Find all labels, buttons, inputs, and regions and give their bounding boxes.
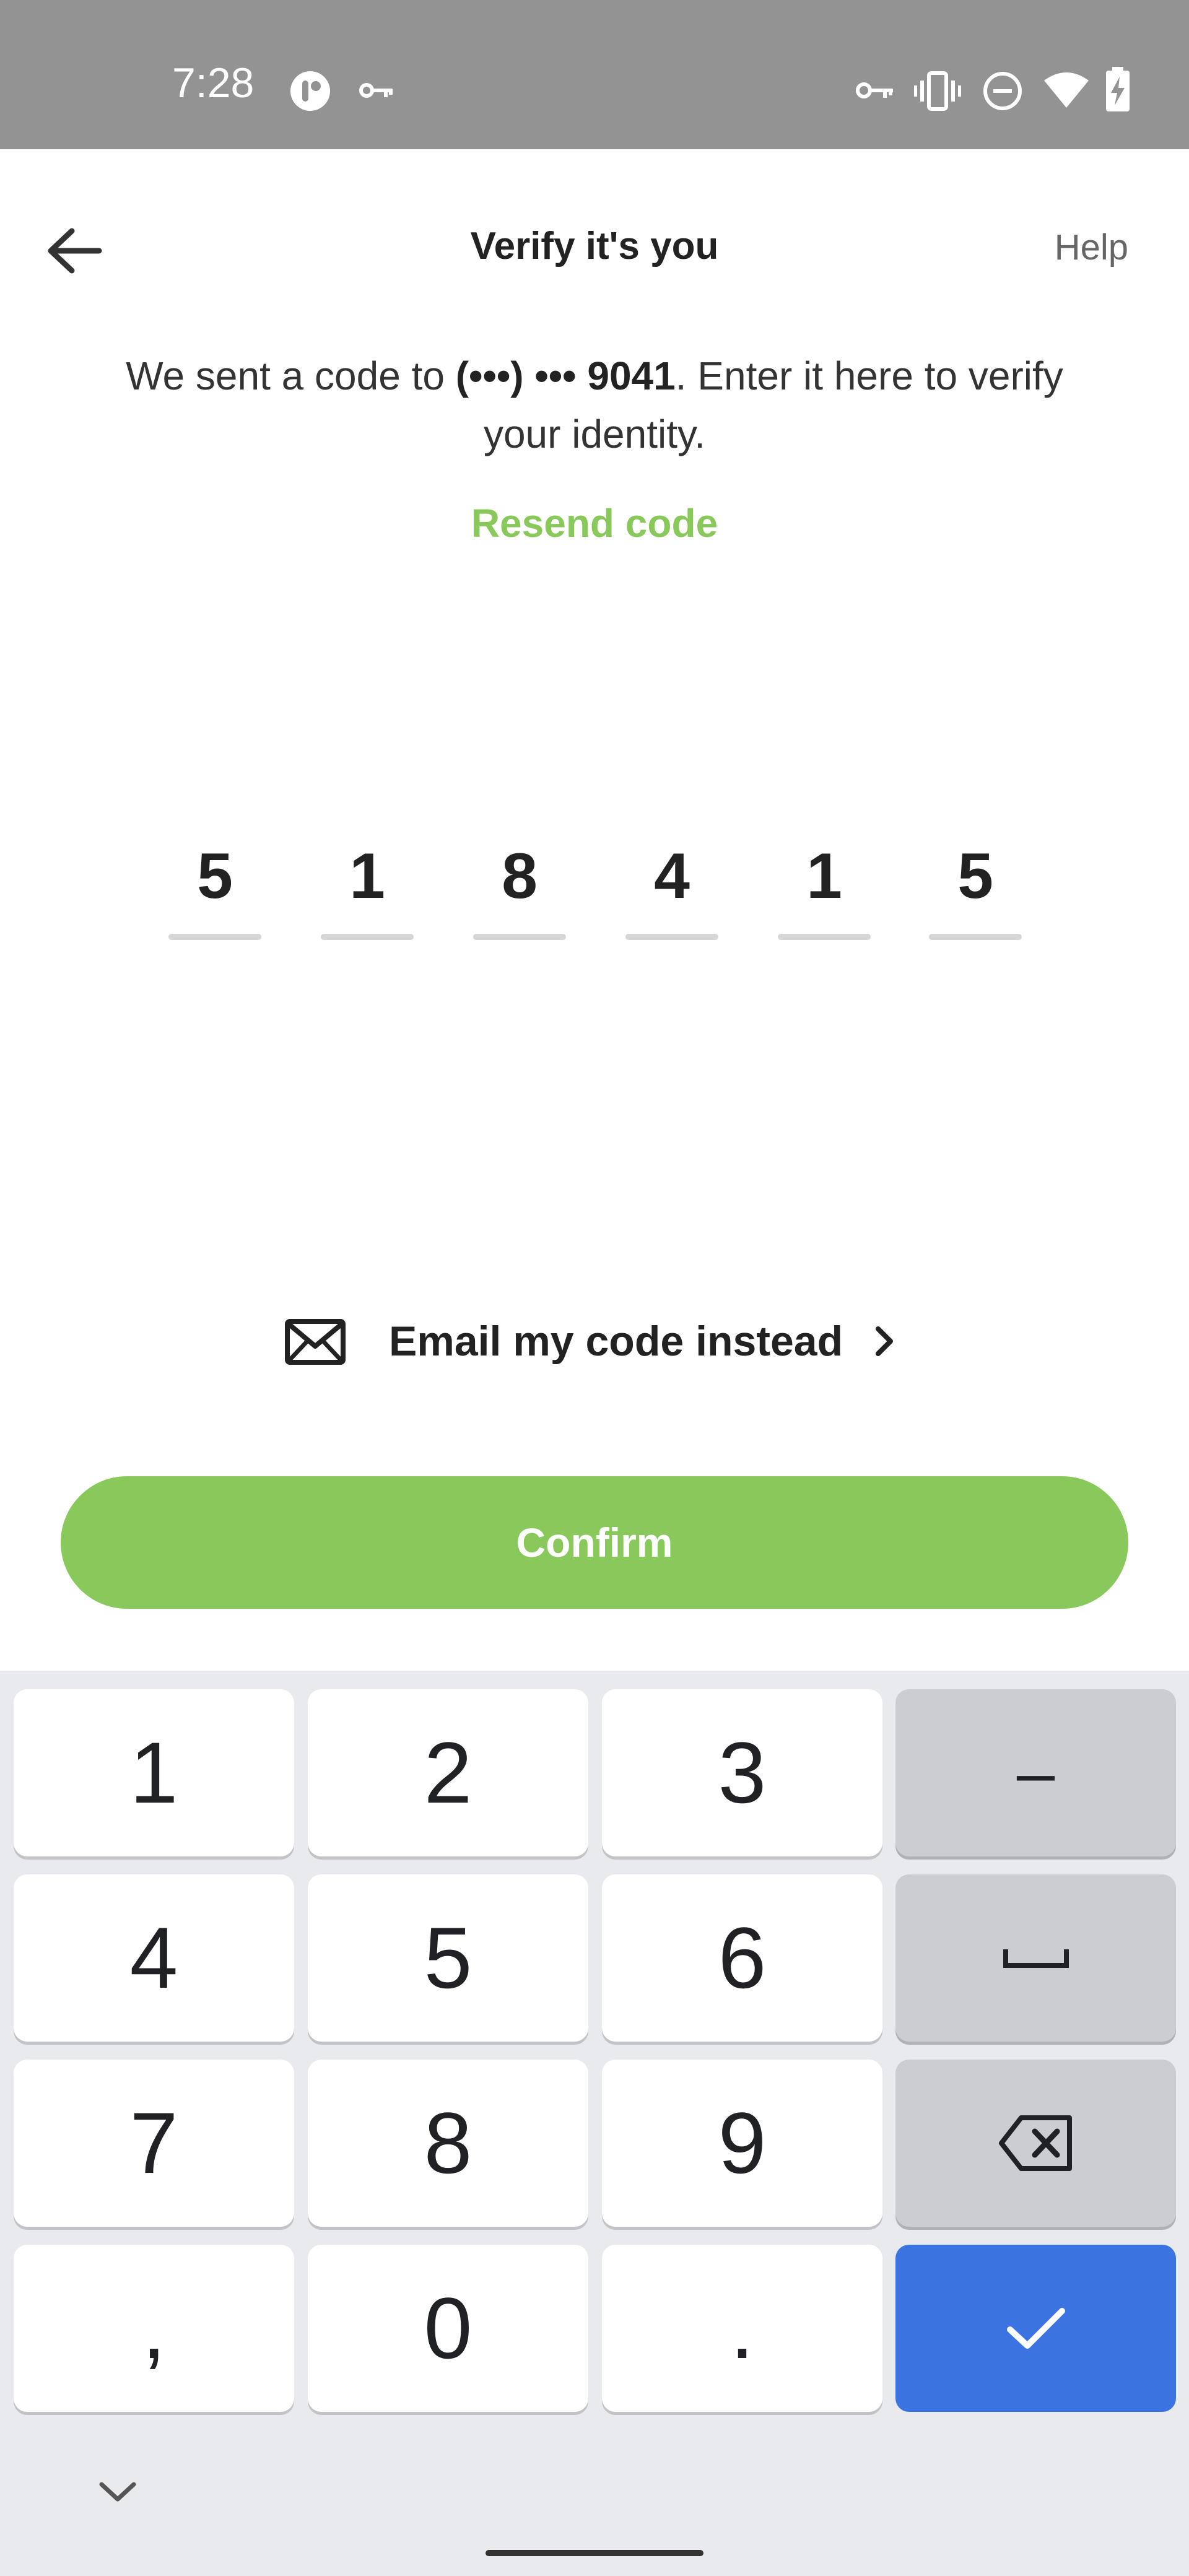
- code-digit: 5: [197, 840, 233, 912]
- backspace-icon: [998, 2115, 1072, 2171]
- verification-description: We sent a code to (•••) ••• 9041. Enter …: [124, 347, 1065, 463]
- code-underline: [321, 934, 414, 940]
- code-digit: 8: [502, 840, 538, 912]
- key-done[interactable]: [895, 2245, 1176, 2412]
- key-0[interactable]: 0: [308, 2245, 588, 2412]
- resend-code-link[interactable]: Resend code: [0, 500, 1189, 546]
- help-link[interactable]: Help: [1055, 227, 1128, 268]
- do-not-disturb-icon: [982, 71, 1023, 115]
- code-underline: [625, 934, 718, 940]
- battery-charging-icon: [1104, 66, 1132, 116]
- code-underline: [168, 934, 261, 940]
- app-notification-icon: [289, 69, 332, 116]
- code-digit-box[interactable]: 1: [321, 830, 414, 942]
- masked-phone-number: (•••) ••• 9041: [455, 354, 676, 398]
- space-bar-icon: [1003, 1949, 1069, 1968]
- key-8[interactable]: 8: [308, 2060, 588, 2227]
- status-time: 7:28: [172, 59, 255, 107]
- key-2[interactable]: 2: [308, 1689, 588, 1856]
- code-digit-box[interactable]: 5: [168, 830, 261, 942]
- chevron-right-icon: [872, 1325, 897, 1360]
- vpn-key-icon: [856, 79, 894, 105]
- key-5[interactable]: 5: [308, 1874, 588, 2042]
- home-gesture-bar[interactable]: [486, 2550, 703, 2556]
- code-digit: 1: [349, 840, 385, 912]
- email-code-instead-button[interactable]: Email my code instead: [285, 1307, 917, 1375]
- email-code-label: Email my code instead: [389, 1318, 843, 1365]
- key-space[interactable]: [895, 1874, 1176, 2042]
- vpn-key-icon: [359, 79, 394, 105]
- code-digit-box[interactable]: 5: [929, 830, 1022, 942]
- code-underline: [929, 934, 1022, 940]
- chevron-down-icon: [99, 2482, 136, 2502]
- key-9[interactable]: 9: [602, 2060, 882, 2227]
- code-digit: 5: [957, 840, 993, 912]
- key-comma[interactable]: ,: [14, 2245, 294, 2412]
- key-4[interactable]: 4: [14, 1874, 294, 2042]
- key-1[interactable]: 1: [14, 1689, 294, 1856]
- status-bar: 7:28: [0, 0, 1189, 149]
- page-title: Verify it's you: [470, 225, 719, 268]
- code-digit-box[interactable]: 8: [473, 830, 566, 942]
- key-period[interactable]: .: [602, 2245, 882, 2412]
- code-digit: 4: [654, 840, 690, 912]
- code-digit-box[interactable]: 4: [625, 830, 718, 942]
- description-prefix: We sent a code to: [126, 354, 456, 398]
- envelope-icon: [285, 1319, 346, 1368]
- keyboard-collapse-button[interactable]: [93, 2476, 142, 2510]
- verify-screen: 7:28 Verify it's you Help We sent a code…: [0, 0, 1189, 2576]
- key-dash[interactable]: –: [895, 1689, 1176, 1856]
- code-underline: [473, 934, 566, 940]
- key-6[interactable]: 6: [602, 1874, 882, 2042]
- key-7[interactable]: 7: [14, 2060, 294, 2227]
- code-digit-box[interactable]: 1: [778, 830, 871, 942]
- code-digit: 1: [806, 840, 842, 912]
- checkmark-icon: [1006, 2308, 1065, 2349]
- confirm-button[interactable]: Confirm: [61, 1476, 1128, 1609]
- vibrate-icon: [913, 69, 962, 116]
- key-backspace[interactable]: [895, 2060, 1176, 2227]
- code-underline: [778, 934, 871, 940]
- key-3[interactable]: 3: [602, 1689, 882, 1856]
- wifi-icon: [1043, 71, 1090, 112]
